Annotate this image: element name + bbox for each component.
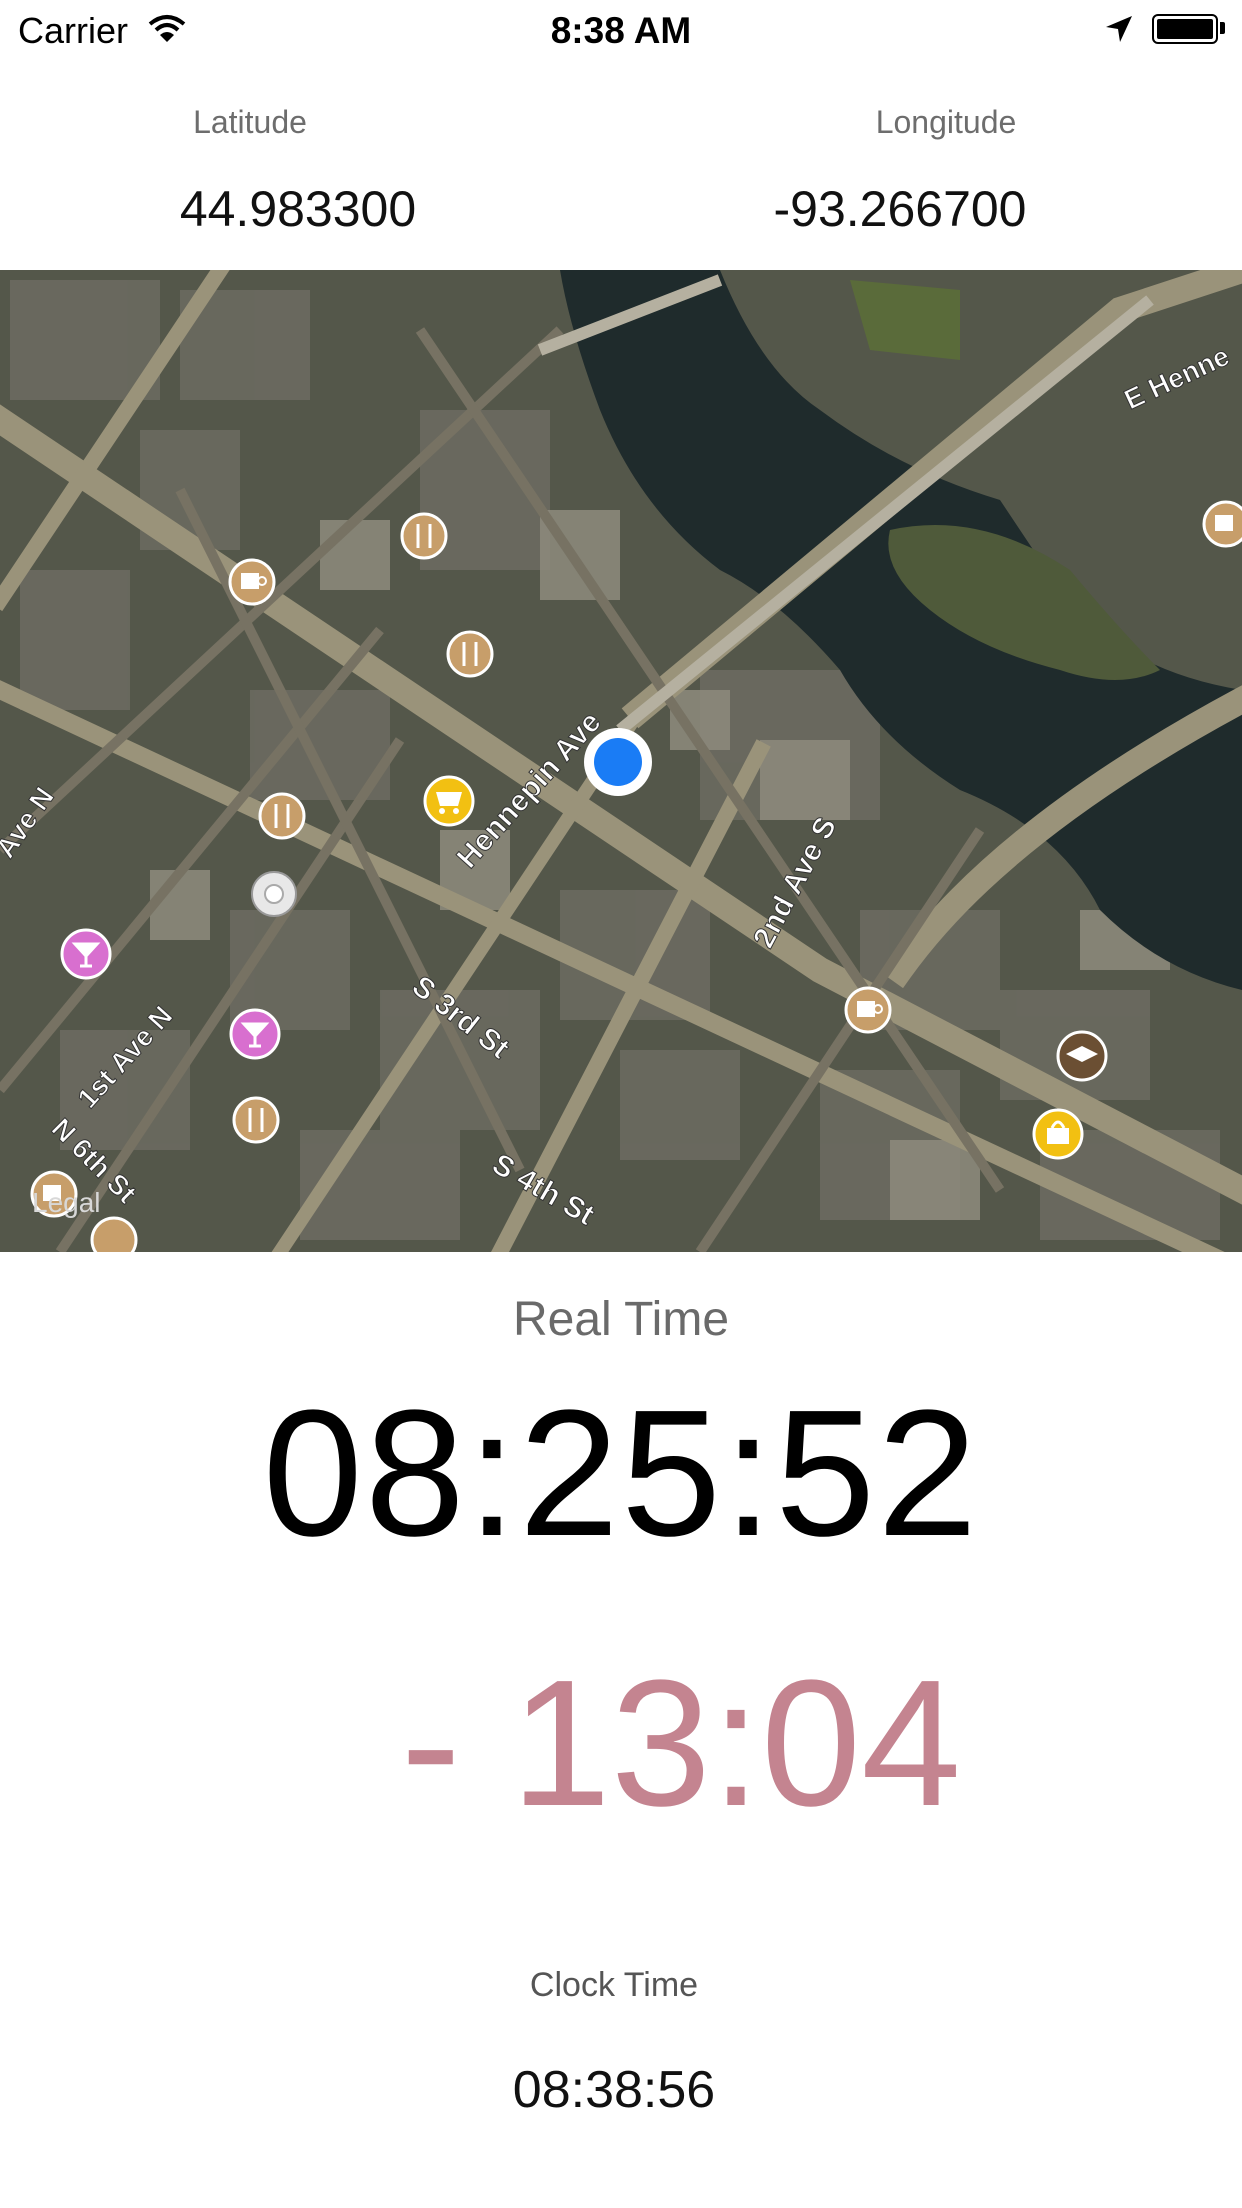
battery-nub [1220,22,1225,34]
location-arrow-icon [1104,14,1134,49]
bag-pin[interactable] [1032,1108,1084,1160]
school-pin[interactable] [1056,1030,1108,1082]
time-offset: - 13:04 [400,1643,962,1844]
latitude-value: 44.983300 [179,181,417,237]
longitude-label: Longitude [875,104,1017,140]
status-time: 8:38 AM [550,10,692,51]
latitude-label: Latitude [193,104,307,140]
shopping-cart-pin[interactable] [423,775,475,827]
coffee-pin[interactable] [228,558,276,606]
cocktail-pin[interactable] [229,1008,281,1060]
clock-time-value: 08:38:56 [512,2061,716,2119]
restaurant-pin[interactable] [258,792,306,840]
longitude-value: -93.266700 [773,181,1027,237]
restaurant-pin[interactable] [446,630,494,678]
clock-time-label: Clock Time [529,1966,699,2004]
coffee-pin[interactable] [844,986,892,1034]
restaurant-pin[interactable] [90,1216,138,1252]
user-location-dot [584,728,652,796]
gray-location-marker [251,871,297,917]
coffee-pin[interactable] [1202,500,1242,548]
cocktail-pin[interactable] [60,928,112,980]
battery-icon [1152,14,1218,44]
restaurant-pin[interactable] [232,1096,280,1144]
real-time-value: 08:25:52 [262,1373,980,1574]
satellite-map[interactable]: Hennepin Ave 2nd Ave S S 3rd St S 4th St… [0,270,1242,1252]
map-legal-link[interactable]: Legal [32,1187,101,1218]
restaurant-pin[interactable] [400,512,448,560]
real-time-label: Real Time [512,1293,730,1346]
